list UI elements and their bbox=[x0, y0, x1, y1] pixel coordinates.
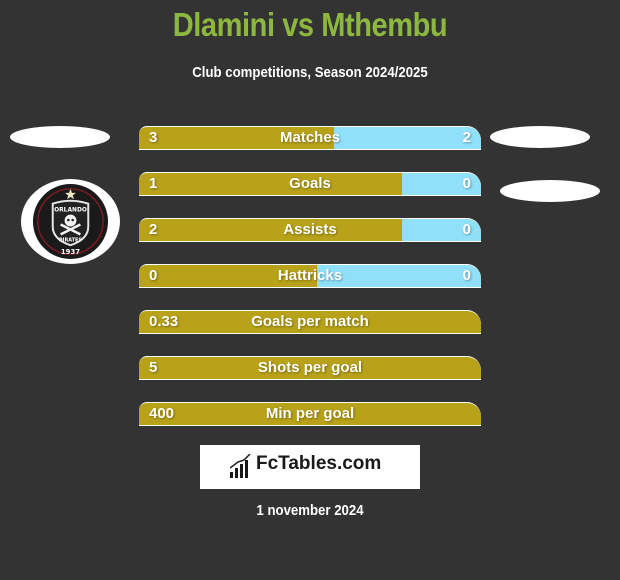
left-player-placeholder-top bbox=[10, 126, 110, 148]
stat-label: Goals per match bbox=[251, 313, 369, 330]
brand-name: FcTables.com bbox=[256, 453, 382, 474]
right-value: 2 bbox=[462, 129, 471, 146]
left-team-logo: ORLANDO PIRATES 1937 bbox=[21, 179, 120, 264]
stat-label: Hattricks bbox=[277, 267, 343, 284]
right-team-placeholder bbox=[500, 180, 600, 202]
logo-text-bottom: PIRATES bbox=[59, 237, 82, 243]
orlando-pirates-crest-icon: ORLANDO PIRATES 1937 bbox=[32, 183, 109, 260]
date-label: 1 november 2024 bbox=[256, 502, 364, 519]
stat-label: Goals bbox=[289, 175, 331, 192]
page-title: Dlamini vs Mthembu bbox=[172, 6, 448, 43]
stat-label: Shots per goal bbox=[257, 359, 363, 376]
left-value: 5 bbox=[149, 359, 158, 376]
stat-row-shots-per-goal: Shots per goal 5 bbox=[139, 356, 481, 380]
left-value: 2 bbox=[149, 221, 158, 238]
stat-label: Matches bbox=[279, 129, 341, 146]
fctables-brand[interactable]: FcTables.com bbox=[200, 445, 420, 489]
left-value: 3 bbox=[149, 129, 158, 146]
stat-row-goals-per-match: Goals per match 0.33 bbox=[139, 310, 481, 334]
stat-row-goals: Goals 1 0 bbox=[139, 172, 481, 196]
right-value: 0 bbox=[462, 175, 471, 192]
stat-label: Assists bbox=[283, 221, 337, 238]
bar-chart-icon bbox=[230, 454, 251, 478]
left-value: 0.33 bbox=[149, 313, 179, 330]
right-value: 0 bbox=[462, 267, 471, 284]
stat-row-min-per-goal: Min per goal 400 bbox=[139, 402, 481, 426]
stat-label: Min per goal bbox=[265, 405, 355, 422]
logo-text-top: ORLANDO bbox=[54, 208, 87, 214]
right-value: 0 bbox=[462, 221, 471, 238]
left-value: 400 bbox=[149, 405, 175, 422]
left-value: 1 bbox=[149, 175, 158, 192]
stat-row-assists: Assists 2 0 bbox=[139, 218, 481, 242]
logo-year: 1937 bbox=[61, 248, 80, 256]
left-value: 0 bbox=[149, 267, 158, 284]
page-subtitle: Club competitions, Season 2024/2025 bbox=[192, 64, 428, 81]
stat-row-matches: Matches 3 2 bbox=[139, 126, 481, 150]
right-player-placeholder-top bbox=[490, 126, 590, 148]
stat-row-hattricks: Hattricks 0 0 bbox=[139, 264, 481, 288]
